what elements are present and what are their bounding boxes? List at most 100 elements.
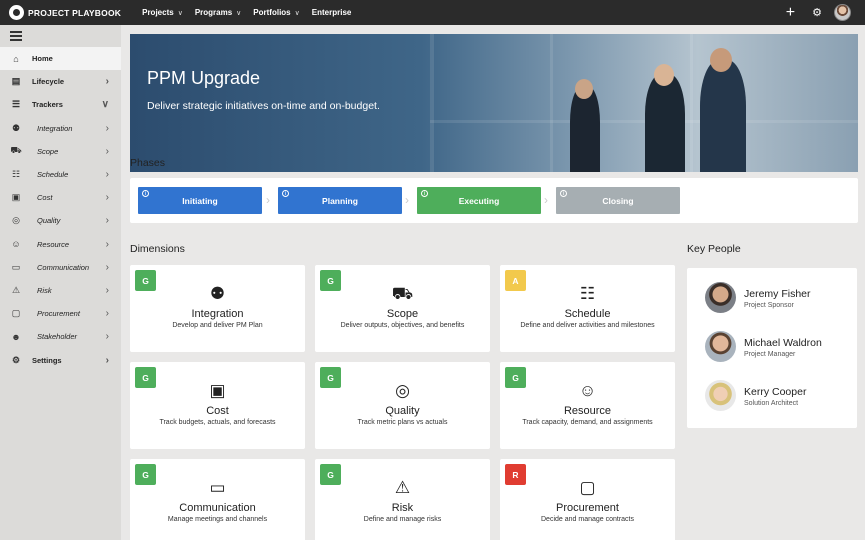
chevron-right-icon[interactable]: › (106, 285, 109, 296)
chat-icon: ▭ (209, 478, 226, 497)
dimension-card-schedule[interactable]: A ☷ Schedule Define and deliver activities … (500, 265, 675, 352)
chevron-right-icon: › (544, 193, 548, 207)
main-content: PPM Upgrade Deliver strategic initiative… (121, 25, 865, 540)
target-icon: ◎ (395, 381, 410, 400)
chevron-right-icon[interactable]: › (106, 308, 109, 319)
nav-programs[interactable]: Programs ∨ (195, 8, 241, 17)
app-logo[interactable]: PROJECT PLAYBOOK (9, 5, 121, 20)
integration-icon: ⚉ (11, 122, 21, 133)
sidebar-item-trackers[interactable]: ☰ Trackers ∨ (0, 93, 121, 116)
nav-label: Enterprise (311, 8, 352, 17)
person-role: Solution Architect (744, 400, 799, 407)
trackers-icon: ☰ (11, 99, 21, 110)
chevron-right-icon[interactable]: › (106, 331, 109, 342)
sidebar-item-cost[interactable]: ▣ Cost › (0, 186, 121, 209)
dimension-card-resource[interactable]: G ☺ Resource Track capacity, demand, and as… (500, 362, 675, 449)
sidebar-item-quality[interactable]: ◎ Quality › (0, 209, 121, 232)
sidebar-item-label: Scope (37, 146, 59, 156)
info-icon[interactable]: i (282, 190, 289, 197)
chevron-right-icon[interactable]: › (106, 169, 109, 180)
sidebar-item-resource[interactable]: ☺ Resource › (0, 233, 121, 256)
menu-icon[interactable] (0, 25, 121, 47)
card-title: Scope (386, 308, 419, 320)
phase-label: Closing (602, 195, 634, 206)
sidebar-item-settings[interactable]: ⚙ Settings › (0, 348, 121, 371)
card-description: Decide and manage contracts (541, 516, 634, 523)
sidebar-item-label: Procurement (37, 309, 80, 319)
people-add-icon: ☺ (11, 239, 21, 250)
phase-executing[interactable]: i Executing (417, 187, 541, 214)
dimension-card-communication[interactable]: G ▭ Communication Manage meetings and chann… (130, 459, 305, 540)
chevron-right-icon[interactable]: › (106, 76, 109, 87)
dimension-card-risk[interactable]: G ⚠ Risk Define and manage risks (315, 459, 490, 540)
sidebar-item-lifecycle[interactable]: ▤ Lifecycle › (0, 70, 121, 93)
chevron-right-icon[interactable]: › (106, 123, 109, 134)
integration-icon: ⚉ (209, 284, 226, 303)
bag-icon: ▢ (579, 478, 596, 497)
sidebar-item-scope[interactable]: ⛟ Scope › (0, 140, 121, 163)
phase-initiating[interactable]: i Initiating (138, 187, 262, 214)
sidebar: ⌂ Home ▤ Lifecycle › ☰ Trackers ∨ ⚉ Integration › ⛟… (0, 25, 121, 540)
chevron-right-icon[interactable]: › (106, 239, 109, 250)
chevron-right-icon[interactable]: › (106, 192, 109, 203)
sidebar-item-stakeholder[interactable]: ☻ Stakeholder › (0, 325, 121, 348)
phase-closing[interactable]: i Closing (556, 187, 680, 214)
person-michael-waldron[interactable]: Michael Waldron Project Manager (705, 331, 855, 363)
sidebar-item-procurement[interactable]: ▢ Procurement › (0, 302, 121, 325)
sidebar-item-schedule[interactable]: ☷ Schedule › (0, 163, 121, 186)
info-icon[interactable]: i (421, 190, 428, 197)
sidebar-item-label: Settings (32, 355, 62, 365)
sidebar-item-risk[interactable]: ⚠ Risk › (0, 279, 121, 302)
avatar (705, 282, 736, 313)
dimension-card-procurement[interactable]: R ▢ Procurement Decide and manage contracts (500, 459, 675, 540)
nav-label: Portfolios (253, 8, 291, 17)
nav-projects[interactable]: Projects ∨ (142, 8, 183, 17)
person-jeremy-fisher[interactable]: Jeremy Fisher Project Sponsor (705, 282, 855, 314)
card-title: Cost (206, 405, 229, 417)
chevron-right-icon[interactable]: › (106, 355, 109, 366)
sidebar-item-integration[interactable]: ⚉ Integration › (0, 117, 121, 140)
sidebar-item-home[interactable]: ⌂ Home (0, 47, 121, 71)
stakeholder-icon: ☻ (11, 331, 21, 342)
hero-subtitle: Deliver strategic initiatives on-time an… (147, 100, 380, 112)
person-kerry-cooper[interactable]: Kerry Cooper Solution Architect (705, 380, 855, 412)
chevron-down-icon[interactable]: ∨ (102, 99, 109, 110)
avatar (705, 331, 736, 362)
phase-label: Planning (322, 195, 358, 206)
chat-icon: ▭ (11, 261, 21, 272)
schedule-icon: ☷ (11, 169, 21, 180)
chevron-down-icon: ∨ (177, 9, 183, 17)
phase-planning[interactable]: i Planning (278, 187, 402, 214)
hero-title: PPM Upgrade (147, 68, 261, 88)
dimension-card-scope[interactable]: G ⛟ Scope Deliver outputs, objectives, and … (315, 265, 490, 352)
plus-icon[interactable]: + (786, 4, 795, 21)
person-role: Project Manager (744, 351, 796, 358)
chevron-right-icon[interactable]: › (106, 262, 109, 273)
truck-icon: ⛟ (391, 284, 414, 303)
chevron-right-icon: › (266, 193, 270, 207)
card-description: Manage meetings and channels (167, 516, 268, 523)
user-avatar[interactable] (834, 4, 851, 21)
chevron-right-icon[interactable]: › (106, 146, 109, 157)
sidebar-item-communication[interactable]: ▭ Communication › (0, 256, 121, 279)
info-icon[interactable]: i (560, 190, 567, 197)
dimension-card-integration[interactable]: G ⚉ Integration Develop and deliver PM Plan (130, 265, 305, 352)
gear-icon[interactable]: ⚙ (812, 6, 822, 19)
sidebar-item-label: Integration (37, 123, 73, 133)
sidebar-item-label: Stakeholder (37, 332, 78, 342)
chevron-right-icon[interactable]: › (106, 215, 109, 226)
schedule-icon: ☷ (579, 284, 596, 303)
sidebar-item-label: Risk (37, 285, 52, 295)
sidebar-item-label: Quality (37, 216, 61, 226)
home-icon: ⌂ (13, 53, 19, 64)
nav-enterprise[interactable]: Enterprise (312, 8, 352, 17)
dimension-card-quality[interactable]: G ◎ Quality Track metric plans vs actuals (315, 362, 490, 449)
card-description: Track budgets, actuals, and forecasts (159, 419, 276, 426)
phases-title: Phases (130, 157, 166, 169)
nav-portfolios[interactable]: Portfolios ∨ (253, 8, 299, 17)
dimension-card-cost[interactable]: G ▣ Cost Track budgets, actuals, and foreca… (130, 362, 305, 449)
card-title: Risk (391, 502, 414, 514)
sidebar-item-label: Lifecycle (32, 77, 65, 87)
card-description: Define and deliver activities and milest… (520, 322, 655, 329)
info-icon[interactable]: i (142, 190, 149, 197)
